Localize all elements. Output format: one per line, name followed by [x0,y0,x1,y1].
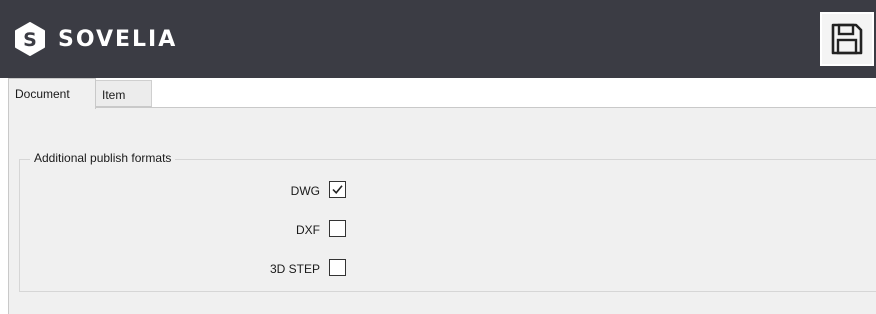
dwg-label: DWG [290,184,320,198]
option-row-dwg: DWG [20,181,876,201]
3d-step-label: 3D STEP [269,262,320,276]
dxf-label: DXF [296,223,320,237]
sovelia-logo: S SOVELIA [13,22,177,56]
document-tab-panel: Additional publish formats DWG DXF 3D ST… [8,107,876,314]
tab-document[interactable]: Document [8,78,96,109]
dwg-checkbox[interactable] [329,181,346,198]
publish-formats-group: Additional publish formats DWG DXF 3D ST… [19,151,876,292]
save-button[interactable] [820,12,874,66]
group-legend: Additional publish formats [30,151,176,165]
save-icon [831,23,863,55]
option-row-dxf: DXF [20,220,876,240]
option-row-3d-step: 3D STEP [20,259,876,279]
app-header: S SOVELIA [0,0,876,78]
logo-letter: S [23,29,37,51]
dxf-checkbox[interactable] [329,220,346,237]
3d-step-checkbox[interactable] [329,259,346,276]
checkmark-icon [332,185,343,194]
tab-item[interactable]: Item [96,80,152,107]
tab-strip: Document Item [0,78,876,109]
logo-mark-icon: S [15,22,45,56]
brand-name: SOVELIA [58,26,178,52]
